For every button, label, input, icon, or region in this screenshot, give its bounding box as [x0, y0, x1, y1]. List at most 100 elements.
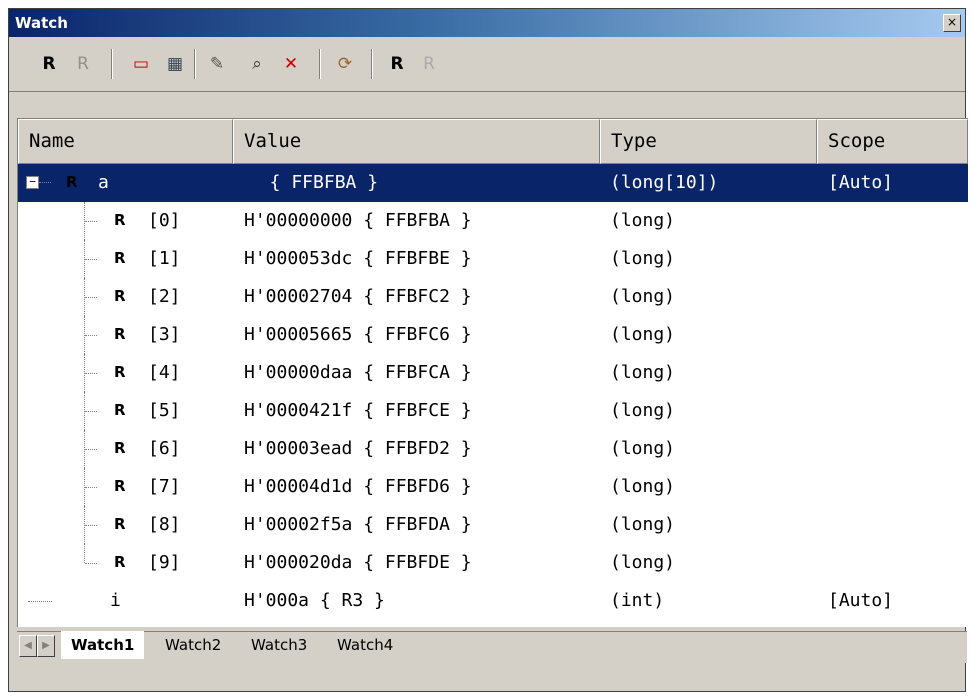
tree-connector: [85, 297, 97, 298]
watch-value: H'000a { R3 }: [244, 590, 385, 611]
watch-row[interactable]: i H'000a { R3 } (int) [Auto]: [18, 582, 968, 620]
register-disabled-icon[interactable]: R: [69, 52, 97, 76]
watch-value: H'00005665 { FFBFC6 }: [244, 324, 472, 345]
watch-value: H'00000daa { FFBFCA }: [244, 362, 472, 383]
pencil-icon[interactable]: ✎: [203, 52, 231, 76]
refresh-icon[interactable]: ⟳: [331, 52, 359, 76]
register-icon: R: [114, 515, 126, 533]
watch-name: [0]: [148, 210, 181, 231]
column-header-name[interactable]: Name: [18, 119, 233, 164]
watch-row[interactable]: R [3] H'00005665 { FFBFC6 } (long): [18, 316, 968, 354]
watch-row[interactable]: R [6] H'00003ead { FFBFD2 } (long): [18, 430, 968, 468]
tab-watch1[interactable]: Watch1: [61, 631, 145, 659]
tree-connector: [85, 487, 97, 488]
tree-connector: [28, 601, 52, 602]
toolbar-separator: [319, 49, 321, 79]
watch-type: (long): [610, 286, 676, 307]
watch-value: H'00002f5a { FFBFDA }: [244, 514, 472, 535]
tree-connector: [85, 411, 97, 412]
watch-row[interactable]: R [1] H'000053dc { FFBFBE } (long): [18, 240, 968, 278]
delete-icon[interactable]: ✕: [277, 52, 305, 76]
tree-connector: [39, 182, 51, 183]
register-icon: R: [66, 173, 78, 191]
watch-type: (long): [610, 438, 676, 459]
watch-name: [5]: [148, 400, 181, 421]
column-header-value[interactable]: Value: [233, 119, 600, 164]
title-bar[interactable]: Watch ×: [9, 9, 965, 37]
column-header-type[interactable]: Type: [600, 119, 817, 164]
tree-connector: [85, 525, 97, 526]
tab-scroll-right-button[interactable]: ▶: [37, 635, 55, 657]
record-icon[interactable]: ▭: [127, 52, 155, 76]
watch-type: (long): [610, 210, 676, 231]
tree-connector: [85, 221, 97, 222]
watch-grid[interactable]: Name Value Type Scope − Ra { FFBFBA } (lon…: [17, 118, 968, 627]
register-icon: R: [114, 439, 126, 457]
watch-scope: [Auto]: [828, 590, 894, 611]
breakpoint-disabled-icon[interactable]: R: [415, 52, 443, 76]
tree-connector: [85, 335, 97, 336]
watch-value: H'00003ead { FFBFD2 }: [244, 438, 472, 459]
watch-row[interactable]: R [0] H'00000000 { FFBFBA } (long): [18, 202, 968, 240]
watch-name: [2]: [148, 286, 181, 307]
tab-watch4[interactable]: Watch4: [327, 631, 403, 659]
tab-scroll-left-button[interactable]: ◀: [19, 635, 37, 657]
register-icon: R: [114, 477, 126, 495]
watch-value: H'00000000 { FFBFBA }: [244, 210, 472, 231]
watch-name: i: [110, 590, 121, 611]
toolbar-separator: [194, 49, 196, 79]
watch-type: (long): [610, 400, 676, 421]
watch-name: a: [98, 172, 109, 193]
watch-type: (long): [610, 324, 676, 345]
watch-row[interactable]: R [5] H'0000421f { FFBFCE } (long): [18, 392, 968, 430]
breakpoint-icon[interactable]: R: [383, 52, 411, 76]
watch-row[interactable]: R [2] H'00002704 { FFBFC2 } (long): [18, 278, 968, 316]
register-icon: R: [114, 363, 126, 381]
close-button[interactable]: ×: [943, 14, 961, 32]
tree-connector: [85, 259, 97, 260]
status-bar: [9, 667, 965, 691]
column-header-scope[interactable]: Scope: [817, 119, 968, 164]
watch-scope: [Auto]: [828, 172, 894, 193]
register-icon: R: [114, 211, 126, 229]
tree-connector: [85, 449, 97, 450]
tree-connector: [85, 373, 97, 374]
toolbar-separator: [111, 49, 113, 79]
tab-watch3[interactable]: Watch3: [241, 631, 317, 659]
watch-row[interactable]: R [8] H'00002f5a { FFBFDA } (long): [18, 506, 968, 544]
register-icon[interactable]: R: [35, 52, 63, 76]
watch-tabs: ◀ ▶ Watch1 Watch2 Watch3 Watch4: [17, 631, 967, 663]
register-icon: R: [114, 287, 126, 305]
edit-window-icon[interactable]: ▦: [161, 52, 189, 76]
watch-row-root[interactable]: − Ra { FFBFBA } (long[10]) [Auto]: [18, 164, 968, 202]
toolbar: R R ▭ ▦ ✎ ⌕ ✕ ⟳ R R: [9, 37, 965, 92]
watch-name: [1]: [148, 248, 181, 269]
watch-row[interactable]: R [7] H'00004d1d { FFBFD6 } (long): [18, 468, 968, 506]
find-icon[interactable]: ⌕: [243, 52, 271, 76]
watch-value: { FFBFBA }: [248, 172, 379, 193]
watch-type: (long): [610, 362, 676, 383]
watch-type: (long[10]): [610, 172, 719, 193]
watch-name: [6]: [148, 438, 181, 459]
watch-value: H'000020da { FFBFDE }: [244, 552, 472, 573]
watch-name: [7]: [148, 476, 181, 497]
grid-header: Name Value Type Scope: [18, 119, 968, 164]
window-title: Watch: [15, 14, 68, 32]
watch-value: H'000053dc { FFBFBE }: [244, 248, 472, 269]
collapse-toggle[interactable]: −: [26, 176, 39, 189]
watch-window: Watch × R R ▭ ▦ ✎ ⌕ ✕ ⟳ R R Name Value Type Scope…: [8, 8, 968, 692]
watch-type: (long): [610, 248, 676, 269]
register-icon: R: [114, 401, 126, 419]
watch-name: [4]: [148, 362, 181, 383]
tab-watch2[interactable]: Watch2: [155, 631, 231, 659]
toolbar-separator: [371, 49, 373, 79]
watch-type: (int): [610, 590, 665, 611]
watch-row[interactable]: R [4] H'00000daa { FFBFCA } (long): [18, 354, 968, 392]
watch-value: H'00004d1d { FFBFD6 }: [244, 476, 472, 497]
watch-name: [3]: [148, 324, 181, 345]
watch-value: H'00002704 { FFBFC2 }: [244, 286, 472, 307]
watch-value: H'0000421f { FFBFCE }: [244, 400, 472, 421]
watch-row[interactable]: R [9] H'000020da { FFBFDE } (long): [18, 544, 968, 582]
watch-type: (long): [610, 514, 676, 535]
watch-type: (long): [610, 552, 676, 573]
